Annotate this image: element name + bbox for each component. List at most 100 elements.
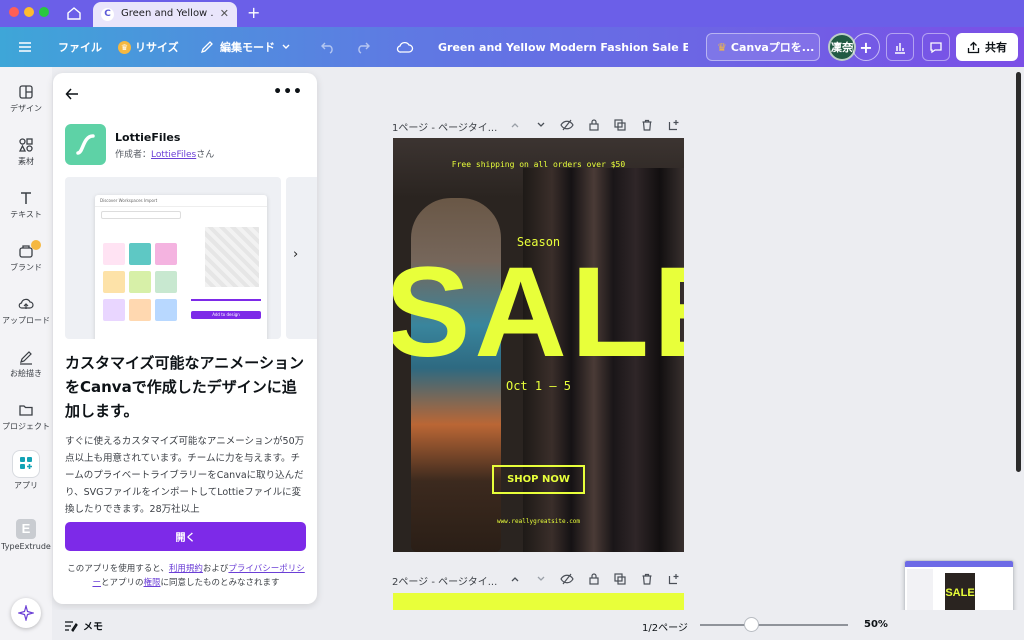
canva-pro-button[interactable]: ♛ Canvaプロを... (706, 33, 820, 61)
canvas-scrollbar[interactable] (1016, 72, 1021, 472)
rail-item-design[interactable]: デザイン (0, 84, 52, 114)
chevron-up-icon[interactable] (508, 572, 522, 586)
mock-tile (155, 271, 177, 293)
mock-tile (103, 299, 125, 321)
close-tab-icon[interactable]: ✕ (220, 7, 229, 20)
chevron-right-icon[interactable]: › (293, 247, 298, 262)
duplicate-icon[interactable] (613, 572, 627, 586)
text-t-icon (21, 192, 31, 204)
rail-label: アプリ (14, 481, 38, 490)
page-2-header: 2ページ - ページタイ... (392, 572, 684, 588)
chevron-up-icon[interactable] (508, 118, 522, 132)
edit-mode-label: 編集モード (220, 41, 275, 54)
hamburger-menu-icon[interactable] (18, 27, 34, 67)
date-text[interactable]: Oct 1 – 5 (393, 379, 684, 393)
home-icon[interactable] (66, 5, 82, 21)
legal-notice: このアプリを使用すると、利用規約およびプライバシーポリシーとアプリの権限に同意し… (67, 564, 305, 588)
rail-item-draw[interactable]: お絵描き (0, 349, 52, 379)
mock-tile (155, 299, 177, 321)
hide-eye-icon[interactable] (560, 118, 574, 132)
design-page-2[interactable] (393, 593, 684, 610)
rail-label: プロジェクト (2, 422, 50, 431)
share-button[interactable]: 共有 (956, 33, 1018, 61)
folder-icon (19, 405, 33, 416)
page-indicator[interactable]: 1/2ページ (642, 619, 688, 634)
minimap-toolbar (905, 561, 1013, 567)
terms-link[interactable]: 利用規約 (169, 564, 203, 574)
zoom-slider[interactable] (700, 624, 848, 626)
add-page-icon[interactable] (667, 572, 681, 586)
mock-tabs: Discover Workspaces Import (95, 195, 267, 207)
undo-icon[interactable] (320, 27, 336, 67)
zoom-value[interactable]: 50% (864, 619, 888, 630)
magic-assistant-button[interactable] (11, 598, 41, 628)
mock-add-button: Add to design (191, 311, 261, 319)
resize-label: リサイズ (135, 41, 179, 54)
minimize-window-button[interactable] (24, 7, 34, 17)
comment-icon (930, 42, 942, 54)
app-author: 作成者：LottieFilesさん (115, 150, 215, 160)
page-title[interactable]: 2ページ - ページタイ... (392, 573, 497, 588)
canva-favicon-icon: C (101, 8, 114, 21)
rail-item-text[interactable]: テキスト (0, 190, 52, 220)
open-app-button[interactable]: 開く (65, 522, 306, 551)
mock-tile (129, 243, 151, 265)
document-title[interactable]: Green and Yellow Modern Fashion Sale Ema… (438, 27, 688, 67)
maximize-window-button[interactable] (39, 7, 49, 17)
notes-button[interactable]: メモ (64, 618, 103, 633)
new-tab-button[interactable]: + (247, 3, 260, 22)
crown-badge-icon (31, 240, 41, 250)
draw-pen-icon (20, 351, 32, 365)
notes-label: メモ (83, 622, 103, 633)
pencil-icon (200, 41, 213, 54)
design-page-1[interactable]: Free shipping on all orders over $50 Sea… (393, 138, 684, 552)
cloud-save-icon[interactable] (396, 27, 414, 67)
author-link[interactable]: LottieFiles (151, 150, 196, 160)
app-screenshot-preview-next (286, 177, 317, 339)
trash-icon[interactable] (640, 118, 654, 132)
tab-title: Green and Yellow ... (121, 8, 213, 19)
chevron-down-icon[interactable] (534, 572, 548, 586)
rail-item-uploads[interactable]: アップロード (0, 296, 52, 326)
rail-item-brand[interactable]: ブランド (0, 240, 52, 273)
close-window-button[interactable] (9, 7, 19, 17)
more-options-icon[interactable]: ••• (273, 84, 303, 100)
typeextrude-app-icon: E (16, 519, 36, 539)
resize-button[interactable]: ♛ リサイズ (118, 27, 179, 67)
rail-item-apps[interactable]: アプリ (0, 451, 52, 491)
lock-icon[interactable] (587, 572, 601, 586)
mock-tile (103, 243, 125, 265)
zoom-slider-thumb[interactable] (744, 617, 760, 632)
rail-label: デザイン (10, 104, 42, 113)
trash-icon[interactable] (640, 572, 654, 586)
browser-tab[interactable]: C Green and Yellow ... ✕ (93, 2, 237, 27)
add-collaborator-button[interactable]: + (852, 33, 880, 61)
app-name: LottieFiles (115, 131, 181, 144)
insights-button[interactable] (886, 33, 914, 61)
mock-tile (155, 243, 177, 265)
shop-now-button[interactable]: SHOP NOW (492, 465, 585, 494)
shipping-text[interactable]: Free shipping on all orders over $50 (393, 160, 684, 169)
shapes-icon (18, 138, 33, 152)
permissions-link[interactable]: 権限 (144, 578, 161, 588)
page-title[interactable]: 1ページ - ページタイ... (392, 119, 497, 134)
share-icon (967, 41, 980, 53)
rail-item-projects[interactable]: プロジェクト (0, 402, 52, 432)
rail-label: お絵描き (10, 369, 42, 378)
comment-button[interactable] (922, 33, 950, 61)
website-url[interactable]: www.reallygreatsite.com (393, 518, 684, 525)
rail-item-elements[interactable]: 素材 (0, 137, 52, 167)
duplicate-icon[interactable] (613, 118, 627, 132)
lock-icon[interactable] (587, 118, 601, 132)
redo-icon[interactable] (355, 27, 371, 67)
rail-item-typeextrude[interactable]: E TypeExtrude (0, 519, 52, 551)
back-arrow-icon[interactable] (65, 86, 79, 105)
rail-label: テキスト (10, 210, 42, 219)
edit-mode-dropdown[interactable]: 編集モード (200, 27, 291, 67)
file-menu[interactable]: ファイル (58, 27, 102, 67)
app-headline: カスタマイズ可能なアニメーションをCanvaで作成したデザインに追加します。 (65, 354, 304, 420)
chevron-down-icon[interactable] (534, 118, 548, 132)
hide-eye-icon[interactable] (560, 572, 574, 586)
sale-headline[interactable]: SALE (393, 238, 684, 388)
add-page-icon[interactable] (667, 118, 681, 132)
